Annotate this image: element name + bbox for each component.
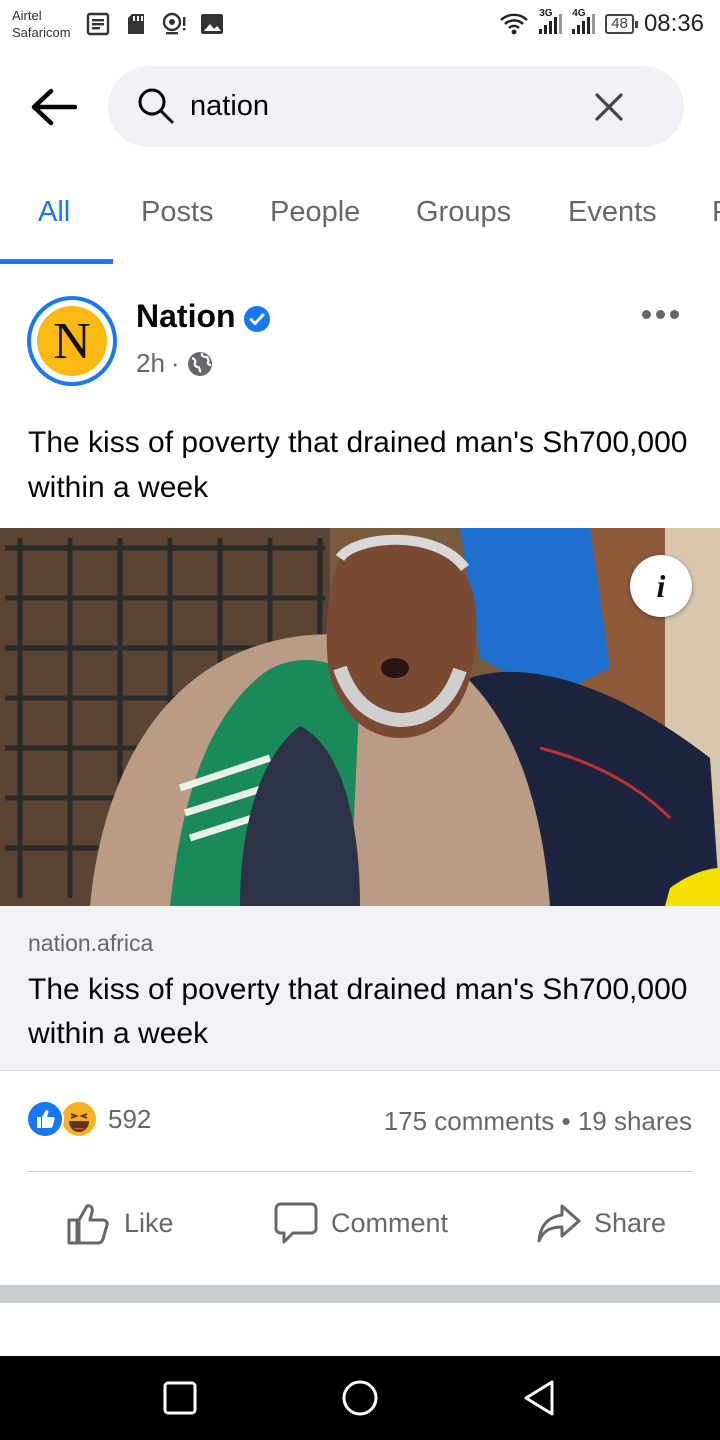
post-photo[interactable] (0, 528, 720, 906)
more-options-button[interactable] (634, 302, 686, 326)
haha-reaction-icon (60, 1100, 98, 1138)
battery-indicator: 48 (605, 14, 638, 34)
back-arrow-icon (31, 88, 77, 126)
clock: 08:36 (643, 10, 704, 37)
network-type-1: 3G (539, 8, 553, 19)
link-preview[interactable]: nation.africa The kiss of poverty that d… (0, 906, 720, 1071)
carrier-1: Airtel (12, 8, 42, 23)
tab-all[interactable]: All (38, 196, 70, 229)
notification-icons (86, 12, 224, 36)
carrier-names: Airtel Safaricom (12, 7, 71, 41)
signal-icon-2: 4G (572, 8, 596, 34)
tab-groups[interactable]: Groups (416, 196, 511, 229)
like-button[interactable]: Like (66, 1198, 174, 1248)
share-count[interactable]: 19 shares (578, 1106, 692, 1136)
battery-level: 48 (611, 15, 628, 32)
clear-search-button[interactable] (592, 90, 626, 124)
page-avatar[interactable]: N (27, 296, 117, 386)
image-icon (201, 14, 223, 34)
comment-count[interactable]: 175 comments (384, 1106, 555, 1136)
search-input[interactable] (190, 86, 570, 126)
status-bar: Airtel Safaricom 3G 4G 48 08:36 (0, 0, 720, 52)
back-nav-button[interactable] (520, 1378, 560, 1418)
globe-icon (187, 351, 212, 376)
back-button[interactable] (26, 82, 80, 132)
photo-illustration (0, 528, 720, 906)
tab-posts[interactable]: Posts (141, 196, 214, 229)
signal-icon-1: 3G (539, 8, 563, 34)
link-title: The kiss of poverty that drained man's S… (28, 973, 688, 1050)
divider (27, 1171, 693, 1172)
location-alert-icon (162, 12, 186, 35)
page-name[interactable]: Nation (136, 298, 236, 335)
wifi-icon (500, 13, 529, 35)
home-button[interactable] (340, 1378, 380, 1418)
active-tab-indicator (0, 259, 113, 264)
document-icon (86, 12, 110, 36)
engagement-stats: 175 comments • 19 shares (384, 1106, 692, 1137)
post-time[interactable]: 2h (136, 348, 165, 379)
status-right: 3G 4G 48 08:36 (499, 8, 704, 38)
link-domain: nation.africa (28, 930, 154, 956)
comment-button[interactable]: Comment (273, 1198, 448, 1248)
recent-apps-button[interactable] (160, 1378, 200, 1418)
thumbs-up-icon (67, 1204, 109, 1245)
share-button[interactable]: Share (536, 1198, 666, 1248)
comment-label: Comment (331, 1207, 449, 1238)
avatar-logo: N (37, 306, 107, 376)
sd-card-icon (128, 14, 144, 34)
like-reaction-icon (26, 1100, 64, 1138)
carrier-2: Safaricom (12, 25, 71, 40)
comment-icon (274, 1202, 318, 1244)
post-separator (0, 1285, 720, 1303)
tab-events[interactable]: Events (568, 196, 657, 229)
verified-badge-icon (244, 306, 270, 332)
post-meta: 2h · (136, 348, 214, 379)
search-icon (138, 88, 174, 124)
tab-people[interactable]: People (270, 196, 360, 229)
tab-pages[interactable]: P (712, 196, 720, 229)
reaction-count: 592 (108, 1103, 152, 1134)
share-label: Share (594, 1207, 667, 1238)
meta-separator: · (170, 348, 180, 378)
like-label: Like (124, 1207, 174, 1238)
post-text: The kiss of poverty that drained man's S… (28, 426, 688, 504)
search-filter-tabs: All Posts People Groups Events P (0, 176, 720, 264)
network-type-2: 4G (572, 8, 586, 19)
stats-separator: • (561, 1106, 571, 1136)
info-button[interactable]: i (630, 555, 692, 617)
share-icon (537, 1204, 581, 1243)
system-navigation-bar (0, 1356, 720, 1440)
reactions-summary[interactable]: 592 (26, 1100, 151, 1138)
search-bar[interactable] (108, 66, 684, 147)
